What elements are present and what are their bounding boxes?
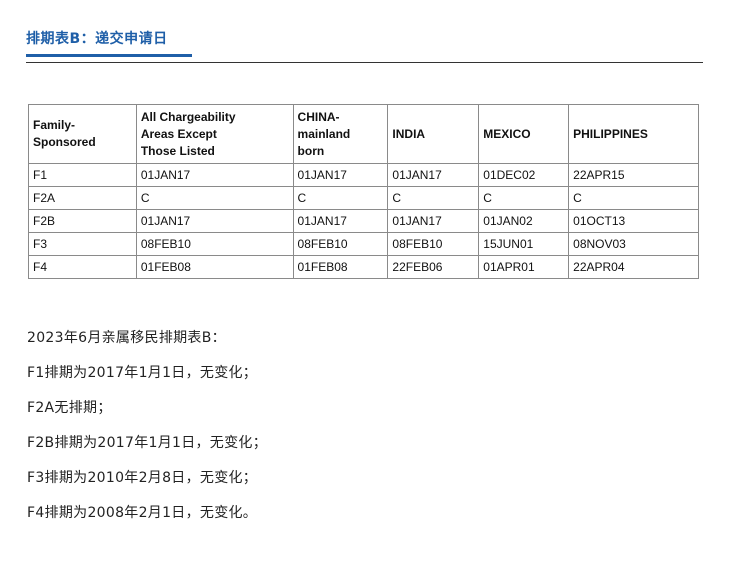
table-cell: 01JAN02 xyxy=(478,209,570,233)
summary-line-f1: F1排期为2017年1月1日，无变化； xyxy=(27,365,258,381)
header-text-line: born xyxy=(297,143,325,158)
section-title: 排期表B：递交申请日 xyxy=(26,31,168,47)
table-cell: 08NOV03 xyxy=(568,232,699,256)
header-text-line: Areas Except xyxy=(140,126,217,141)
table-row: F4 01FEB08 01FEB08 22FEB06 01APR01 22APR… xyxy=(28,255,699,279)
header-divider xyxy=(26,62,703,63)
summary-line-f2a: F2A无排期； xyxy=(27,400,112,416)
table-row: F2A C C C C C xyxy=(28,186,699,210)
table-cell: 01FEB08 xyxy=(292,255,389,279)
header-text-line: Sponsored xyxy=(33,135,96,149)
header-text-line: Those Listed xyxy=(140,143,215,158)
table-cell: C xyxy=(387,186,480,210)
table-cell: 22FEB06 xyxy=(387,255,480,279)
summary-intro: 2023年6月亲属移民排期表B： xyxy=(27,330,226,346)
table-cell: 08FEB10 xyxy=(387,232,480,256)
table-cell: 15JUN01 xyxy=(478,232,570,256)
table-cell: C xyxy=(568,186,699,210)
section-header: 排期表B：递交申请日 xyxy=(26,22,703,64)
table-cell: 01JAN17 xyxy=(387,209,480,233)
table-cell: F2A xyxy=(28,186,137,210)
table-row: F2B 01JAN17 01JAN17 01JAN17 01JAN02 01OC… xyxy=(28,209,699,233)
table-cell: F4 xyxy=(28,255,137,279)
visa-bulletin-table: Family- Sponsored All Chargeability Areas … xyxy=(28,104,699,279)
table-cell: 01JAN17 xyxy=(135,163,294,187)
table-cell: 01JAN17 xyxy=(292,209,389,233)
table-cell: C xyxy=(292,186,389,210)
header-text-line: Family- xyxy=(33,118,76,132)
column-header-mexico: MEXICO xyxy=(478,104,570,164)
table-cell: C xyxy=(135,186,294,210)
header-text-line: PHILIPPINES xyxy=(573,126,648,141)
table-cell: F1 xyxy=(28,163,137,187)
header-text-line: MEXICO xyxy=(483,126,531,141)
column-header-family-sponsored: Family- Sponsored xyxy=(28,104,137,164)
table-cell: 01FEB08 xyxy=(135,255,294,279)
table-cell: 01JAN17 xyxy=(292,163,389,187)
table-cell: 01APR01 xyxy=(478,255,570,279)
table-cell: 22APR04 xyxy=(568,255,699,279)
table-cell: C xyxy=(478,186,570,210)
table-row: F3 08FEB10 08FEB10 08FEB10 15JUN01 08NOV… xyxy=(28,232,699,256)
header-text-line: CHINA- xyxy=(297,109,340,124)
table-cell: 08FEB10 xyxy=(292,232,389,256)
column-header-philippines: PHILIPPINES xyxy=(568,104,699,164)
table-cell: F2B xyxy=(28,209,137,233)
table-cell: 01DEC02 xyxy=(478,163,570,187)
table-cell: 01JAN17 xyxy=(387,163,480,187)
header-text-line: INDIA xyxy=(392,126,426,141)
table-row: F1 01JAN17 01JAN17 01JAN17 01DEC02 22APR… xyxy=(28,163,699,187)
table-header-row: Family- Sponsored All Chargeability Areas … xyxy=(28,104,699,164)
header-text-line: All Chargeability xyxy=(140,109,236,124)
column-header-all-chargeability: All Chargeability Areas Except Those Liste… xyxy=(135,104,294,164)
column-header-china: CHINA-mainland born xyxy=(292,104,389,164)
title-underline-accent xyxy=(26,54,192,57)
summary-line-f2b: F2B排期为2017年1月1日，无变化； xyxy=(27,435,268,451)
summary-line-f3: F3排期为2010年2月8日，无变化； xyxy=(27,470,258,486)
summary-line-f4: F4排期为2008年2月1日，无变化。 xyxy=(27,505,258,521)
table-cell: 08FEB10 xyxy=(135,232,294,256)
header-text-line: mainland xyxy=(297,126,351,141)
table-cell: 01JAN17 xyxy=(135,209,294,233)
table-cell: 01OCT13 xyxy=(568,209,699,233)
table-cell: 22APR15 xyxy=(568,163,699,187)
table-cell: F3 xyxy=(28,232,137,256)
column-header-india: INDIA xyxy=(387,104,480,164)
